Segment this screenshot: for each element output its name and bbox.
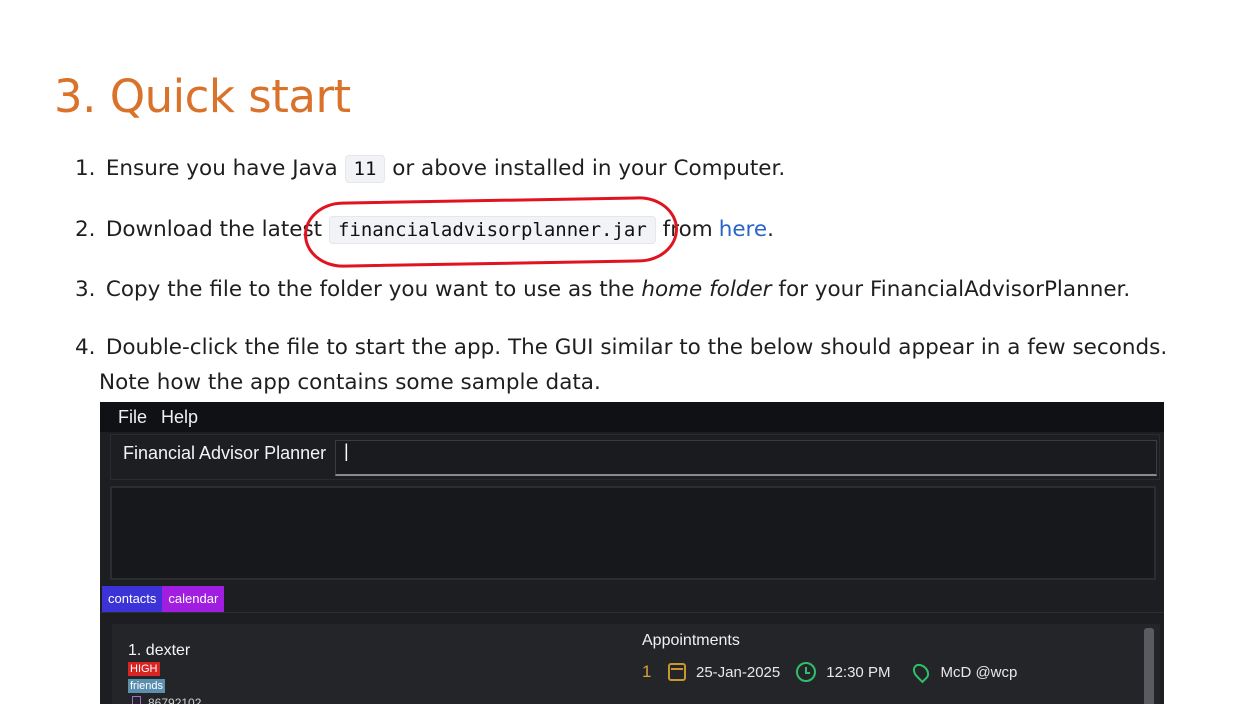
app-screenshot: File Help Financial Advisor Planner | co… — [100, 402, 1164, 704]
person-card[interactable]: 1. dexter HIGH friends 86792102 Appointm… — [112, 624, 1160, 704]
location-pin-icon — [910, 660, 933, 684]
page-title: 3. Quick start — [54, 70, 351, 123]
appointment-index: 1 — [642, 662, 652, 681]
app-name: Financial Advisor Planner — [123, 443, 327, 463]
step-text: or above installed in your Computer. — [392, 156, 786, 181]
appointment-time: 12:30 PM — [826, 663, 891, 681]
step-text: . — [767, 217, 774, 242]
calendar-icon — [668, 663, 686, 681]
phone-icon — [132, 696, 141, 704]
priority-tag: HIGH — [128, 662, 160, 676]
result-display — [110, 486, 1156, 580]
tab-calendar[interactable]: calendar — [162, 586, 225, 612]
step-4-line-2: Note how the app contains some sample da… — [99, 370, 601, 395]
step-3: 3. Copy the file to the folder you want … — [75, 277, 1130, 302]
step-text: Download the latest — [105, 217, 323, 242]
step-number: 2. — [75, 217, 96, 242]
java-version-code: 11 — [344, 155, 386, 183]
scrollbar[interactable] — [1144, 628, 1154, 704]
command-row: Financial Advisor Planner | — [110, 434, 1160, 480]
step-text: Copy the file to the folder you want to … — [105, 277, 635, 302]
step-2: 2. Download the latest financialadvisorp… — [75, 216, 774, 244]
step-number: 1. — [75, 156, 96, 181]
appointment-location: McD @wcp — [940, 663, 1018, 681]
step-text: Double-click the file to start the app. … — [105, 335, 1168, 360]
step-number: 3. — [75, 277, 96, 302]
appointment-row: 1 25-Jan-2025 12:30 PM McD @wcp — [642, 660, 1018, 684]
person-name: 1. dexter — [128, 642, 191, 659]
step-4: 4. Double-click the file to start the ap… — [75, 335, 1167, 360]
appointments-title: Appointments — [642, 632, 740, 649]
menu-help[interactable]: Help — [161, 407, 198, 428]
download-here-link[interactable]: here — [719, 217, 767, 242]
clock-icon — [796, 662, 817, 682]
step-text: from — [662, 217, 713, 242]
step-number: 4. — [75, 335, 96, 360]
tab-bar: contacts calendar — [102, 586, 225, 612]
divider — [100, 612, 1164, 613]
person-phone: 86792102 — [148, 696, 202, 704]
appointment-date: 25-Jan-2025 — [696, 663, 781, 681]
step-text: Ensure you have Java — [105, 156, 338, 181]
step-text: for your FinancialAdvisorPlanner. — [778, 277, 1131, 302]
step-emphasis: home folder — [641, 277, 772, 302]
command-input[interactable]: | — [335, 440, 1157, 476]
tab-contacts[interactable]: contacts — [102, 586, 163, 612]
step-1: 1. Ensure you have Java 11 or above inst… — [75, 155, 786, 183]
app-menubar: File Help — [100, 402, 1164, 432]
jar-filename-code: financialadvisorplanner.jar — [328, 216, 656, 244]
menu-file[interactable]: File — [118, 407, 147, 428]
friends-tag: friends — [128, 679, 166, 693]
